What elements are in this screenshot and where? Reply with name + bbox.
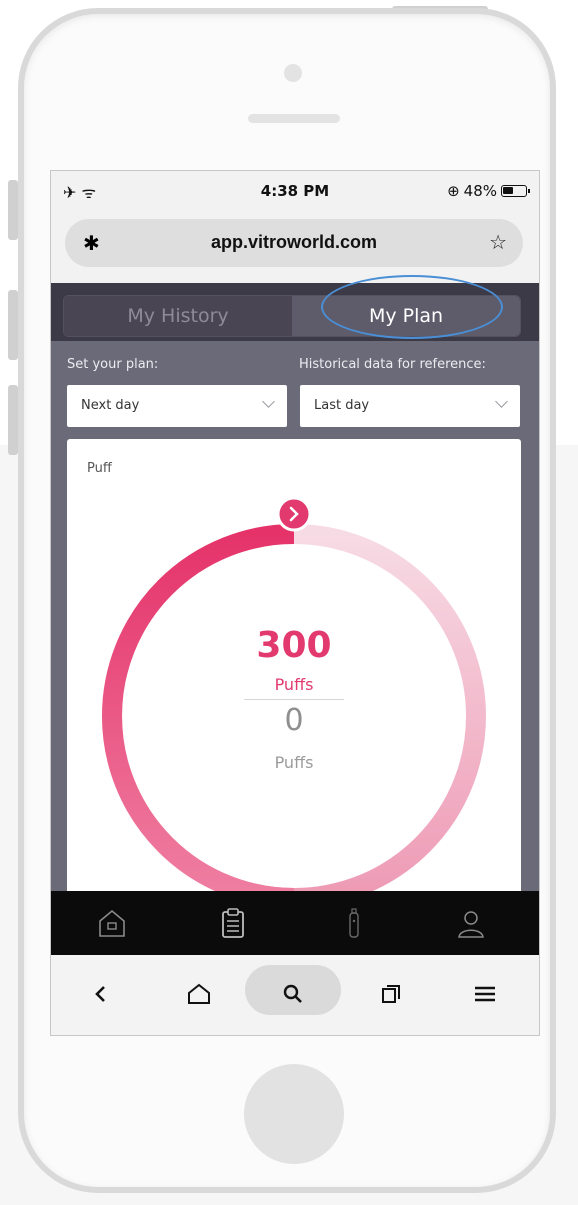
actual-puffs-value: 0 [284,703,304,738]
plan-label: Set your plan: [67,357,159,372]
app-tab-bar [51,891,539,955]
profile-icon[interactable] [456,907,486,939]
segment-header: My History My Plan [51,275,539,341]
phone-home-button[interactable] [244,1064,344,1164]
browser-url-area: ✱ app.vitroworld.com ☆ [51,215,539,283]
app-content: My History My Plan Set your plan: Histor… [51,275,539,909]
ring-handle[interactable] [276,496,312,532]
actual-puffs-unit: Puffs [274,753,314,772]
browser-toolbar [51,955,539,1035]
plan-puffs-value: 300 [256,625,332,666]
device-icon[interactable] [339,907,369,939]
battery-fill [503,187,513,194]
status-bar: ✈ ᯤ 4:38 PM ⊕ 48% [51,171,539,215]
home-icon[interactable] [177,973,221,1015]
url-text: app.vitroworld.com [210,232,378,252]
tabs-icon[interactable] [369,973,413,1015]
chevron-down-icon [495,395,508,408]
battery-percent: 48% [463,182,497,200]
phone-side-button [8,290,18,360]
rotation-lock-icon: ⊕ [447,182,460,200]
earpiece-speaker [248,114,340,123]
history-label: Historical data for reference: [299,357,486,372]
search-icon[interactable] [271,973,315,1015]
menu-icon[interactable] [463,973,507,1015]
history-select[interactable]: Last day [300,385,520,427]
puff-progress-ring [102,496,486,908]
puff-card: Puff 300 Puffs 0 Puffs [67,439,521,909]
plan-puffs-unit: Puffs [274,675,314,694]
plan-select-value: Next day [81,398,140,413]
phone-side-button [8,385,18,455]
phone-screen: ✈ ᯤ 4:38 PM ⊕ 48% ✱ app.vitroworld.com ☆… [50,170,540,1036]
back-icon[interactable] [79,973,123,1015]
chevron-down-icon [262,395,275,408]
phone-side-button [8,180,18,240]
tab-my-history[interactable]: My History [64,296,292,336]
front-camera [284,64,302,82]
history-select-value: Last day [314,398,370,413]
home-icon[interactable] [97,907,127,939]
bookmark-star-icon[interactable]: ☆ [489,230,507,254]
url-bar[interactable]: ✱ app.vitroworld.com ☆ [65,219,523,267]
value-divider [244,699,344,700]
highlight-annotation-ring [321,275,503,339]
clipboard-icon[interactable] [218,907,248,939]
plan-select[interactable]: Next day [67,385,287,427]
status-right: ⊕ 48% [447,182,530,200]
battery-icon [501,185,530,197]
